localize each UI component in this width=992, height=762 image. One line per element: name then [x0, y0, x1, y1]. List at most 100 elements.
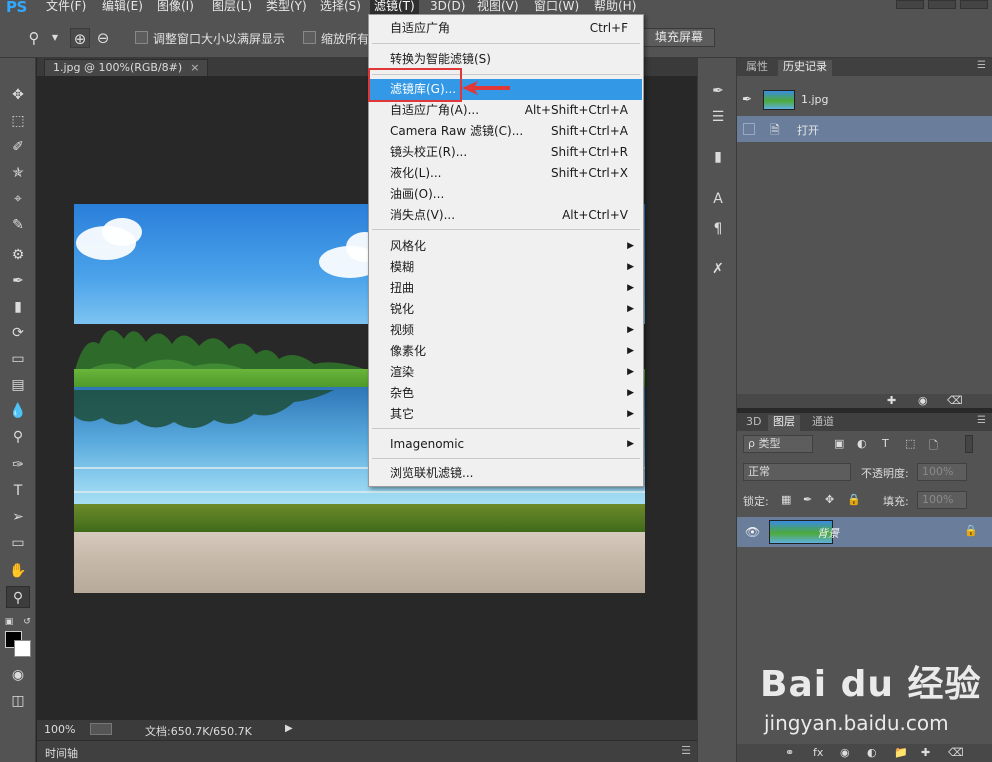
lock-transparent-icon[interactable]: ▦ [781, 493, 791, 506]
menu-item-vanishing-point[interactable]: 消失点(V)... Alt+Ctrl+V [370, 205, 642, 226]
lock-position-icon[interactable]: ✥ [825, 493, 834, 506]
menu-help[interactable]: 帮助(H) [590, 0, 640, 14]
filter-smart-object-icon[interactable]: 🗋 [929, 437, 938, 456]
zoom-all-checkbox[interactable] [303, 31, 316, 44]
move-tool-icon[interactable]: ✥ [6, 84, 30, 106]
screen-mode-icon[interactable]: ◫ [6, 690, 30, 712]
layer-row[interactable]: 👁 背景 🔒 [737, 517, 992, 547]
type-tool-icon[interactable]: T [6, 480, 30, 502]
blur-tool-icon[interactable]: 💧 [6, 400, 30, 422]
background-color-swatch[interactable] [14, 640, 31, 657]
tab-layers[interactable]: 图层 [768, 415, 800, 431]
history-brush-icon[interactable]: ⟳ [6, 322, 30, 344]
layer-visibility-eye-icon[interactable]: 👁 [745, 525, 760, 539]
create-snapshot-icon[interactable]: ◉ [918, 394, 928, 407]
tab-3d[interactable]: 3D [741, 415, 766, 431]
resize-window-checkbox[interactable] [135, 31, 148, 44]
minimize-button[interactable] [896, 0, 924, 9]
menu-layer[interactable]: 图层(L) [208, 0, 256, 14]
character-panel-icon[interactable]: A [706, 188, 730, 210]
menu-filter[interactable]: 滤镜(T) [370, 0, 419, 14]
menu-item-stylize[interactable]: 风格化 ▶ [370, 236, 642, 257]
blend-mode-select[interactable]: 正常 [743, 463, 851, 481]
crop-tool-icon[interactable]: ⌖ [6, 188, 30, 210]
menu-image[interactable]: 图像(I) [153, 0, 198, 14]
menu-item-liquify[interactable]: 液化(L)... Shift+Ctrl+X [370, 163, 642, 184]
lock-all-icon[interactable]: 🔒 [847, 493, 861, 506]
layer-filter-kind-select[interactable]: ρ 类型 [743, 435, 813, 453]
menu-item-render[interactable]: 渲染 ▶ [370, 362, 642, 383]
quick-mask-icon[interactable]: ◉ [6, 664, 30, 686]
lock-pixels-icon[interactable]: ✒ [803, 493, 812, 506]
paragraph-panel-icon[interactable]: ¶ [706, 218, 730, 240]
link-layers-icon[interactable]: ⚭ [785, 746, 794, 759]
menu-item-blur[interactable]: 模糊 ▶ [370, 257, 642, 278]
fill-input[interactable]: 100% [917, 491, 967, 509]
close-tab-icon[interactable]: × [190, 61, 199, 74]
tool-presets-icon[interactable]: ✗ [706, 258, 730, 280]
filter-pixel-icon[interactable]: ▣ [834, 437, 844, 450]
brush-presets-icon[interactable]: ✒ [706, 80, 730, 102]
eyedropper-tool-icon[interactable]: ✎ [6, 214, 30, 236]
zoom-tool-icon[interactable]: ⚲ [24, 28, 44, 48]
close-window-button[interactable] [960, 0, 988, 9]
brush-tool-icon[interactable]: ✒ [6, 270, 30, 292]
history-step[interactable]: 🗎 打开 [737, 116, 992, 142]
menu-type[interactable]: 类型(Y) [262, 0, 311, 14]
menu-item-distort[interactable]: 扭曲 ▶ [370, 278, 642, 299]
history-brush-source-icon[interactable]: ✒ [742, 92, 752, 106]
document-tab[interactable]: 1.jpg @ 100%(RGB/8#) × [44, 59, 209, 76]
maximize-button[interactable] [928, 0, 956, 9]
filter-toggle-switch[interactable] [965, 435, 973, 453]
add-mask-icon[interactable]: ◉ [840, 746, 850, 759]
zoom-tool-icon[interactable]: ⚲ [6, 586, 30, 608]
zoom-in-icon[interactable]: ⊕ [70, 28, 90, 48]
hand-tool-icon[interactable]: ✋ [6, 560, 30, 582]
new-document-from-state-icon[interactable]: ✚ [887, 394, 896, 407]
menu-file[interactable]: 文件(F) [42, 0, 90, 14]
menu-item-other[interactable]: 其它 ▶ [370, 404, 642, 425]
gradient-tool-icon[interactable]: ▤ [6, 374, 30, 396]
menu-item-last-filter[interactable]: 自适应广角 Ctrl+F [370, 18, 642, 39]
tab-properties[interactable]: 属性 [741, 60, 773, 76]
status-info-icon[interactable] [90, 723, 112, 735]
new-layer-icon[interactable]: ✚ [921, 746, 930, 759]
shape-tool-icon[interactable]: ▭ [6, 532, 30, 554]
menu-item-adaptive-wide-angle[interactable]: 自适应广角(A)... Alt+Shift+Ctrl+A [370, 100, 642, 121]
fill-screen-button[interactable]: 填充屏幕 [643, 28, 716, 47]
quick-select-tool-icon[interactable]: ✯ [6, 162, 30, 184]
menu-item-pixelate[interactable]: 像素化 ▶ [370, 341, 642, 362]
tab-history[interactable]: 历史记录 [778, 60, 832, 76]
default-colors-icon[interactable]: ▣ [2, 611, 16, 633]
delete-state-icon[interactable]: ⌫ [947, 394, 963, 407]
filter-shape-icon[interactable]: ⬚ [905, 437, 915, 450]
menu-view[interactable]: 视图(V) [473, 0, 523, 14]
menu-item-imagenomic[interactable]: Imagenomic ▶ [370, 434, 642, 455]
menu-item-lens-correction[interactable]: 镜头校正(R)... Shift+Ctrl+R [370, 142, 642, 163]
menu-item-sharpen[interactable]: 锐化 ▶ [370, 299, 642, 320]
filter-adjustment-icon[interactable]: ◐ [857, 437, 867, 450]
panel-menu-icon[interactable]: ☰ [977, 415, 986, 426]
clone-source-icon[interactable]: ▮ [706, 146, 730, 168]
timeline-tab[interactable]: 时间轴 [45, 745, 78, 761]
delete-layer-icon[interactable]: ⌫ [948, 746, 964, 759]
dodge-tool-icon[interactable]: ⚲ [6, 426, 30, 448]
menu-item-browse-filters-online[interactable]: 浏览联机滤镜... [370, 463, 642, 484]
menu-item-noise[interactable]: 杂色 ▶ [370, 383, 642, 404]
swap-colors-icon[interactable]: ↺ [20, 611, 34, 633]
adjustment-layer-icon[interactable]: ◐ [867, 746, 877, 759]
menu-item-video[interactable]: 视频 ▶ [370, 320, 642, 341]
eraser-tool-icon[interactable]: ▭ [6, 348, 30, 370]
marquee-tool-icon[interactable]: ⬚ [6, 110, 30, 132]
healing-brush-icon[interactable]: ⚙ [6, 244, 30, 266]
brush-settings-icon[interactable]: ☰ [706, 106, 730, 128]
menu-select[interactable]: 选择(S) [316, 0, 365, 14]
menu-edit[interactable]: 编辑(E) [98, 0, 147, 14]
tab-channels[interactable]: 通道 [807, 415, 839, 431]
menu-3d[interactable]: 3D(D) [426, 0, 469, 14]
history-state-checkbox[interactable] [743, 123, 755, 135]
panel-menu-icon[interactable]: ☰ [977, 60, 986, 71]
menu-item-camera-raw[interactable]: Camera Raw 滤镜(C)... Shift+Ctrl+A [370, 121, 642, 142]
menu-window[interactable]: 窗口(W) [530, 0, 583, 14]
menu-item-oil-paint[interactable]: 油画(O)... [370, 184, 642, 205]
